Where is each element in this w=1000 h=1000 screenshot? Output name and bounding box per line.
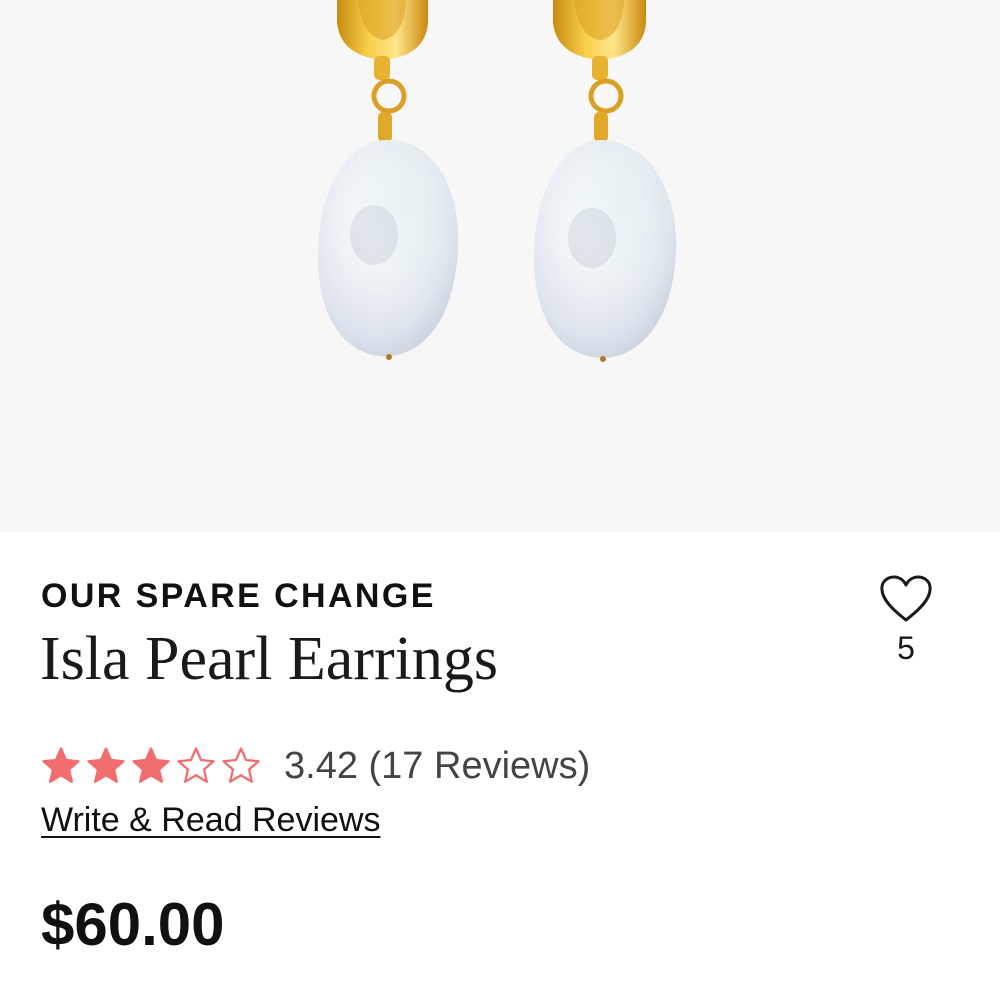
- write-read-reviews-link[interactable]: Write & Read Reviews: [41, 800, 381, 840]
- product-price: $60.00: [41, 891, 225, 958]
- product-title: Isla Pearl Earrings: [40, 625, 498, 693]
- star-filled-icon: [42, 747, 80, 783]
- wishlist-button[interactable]: 5: [872, 574, 940, 670]
- wishlist-count: 5: [897, 630, 915, 666]
- right-earring: [534, 0, 677, 362]
- left-earring: [318, 0, 459, 360]
- product-info: OUR SPARE CHANGE Isla Pearl Earrings 5 3…: [0, 532, 1000, 1000]
- star-outline-icon: [177, 747, 215, 783]
- product-page: OUR SPARE CHANGE Isla Pearl Earrings 5 3…: [0, 0, 1000, 1000]
- rating-text: 3.42 (17 Reviews): [284, 745, 591, 787]
- heart-outline-icon: [880, 575, 932, 622]
- star-rating: [40, 745, 262, 787]
- pearl-earrings-photo: [318, 0, 677, 362]
- star-filled-icon: [132, 747, 170, 783]
- brand-name[interactable]: OUR SPARE CHANGE: [41, 576, 436, 616]
- star-filled-icon: [87, 747, 125, 783]
- rating-summary[interactable]: 3.42 (17 Reviews): [40, 738, 590, 794]
- product-image[interactable]: [0, 0, 1000, 532]
- star-outline-icon: [222, 747, 260, 783]
